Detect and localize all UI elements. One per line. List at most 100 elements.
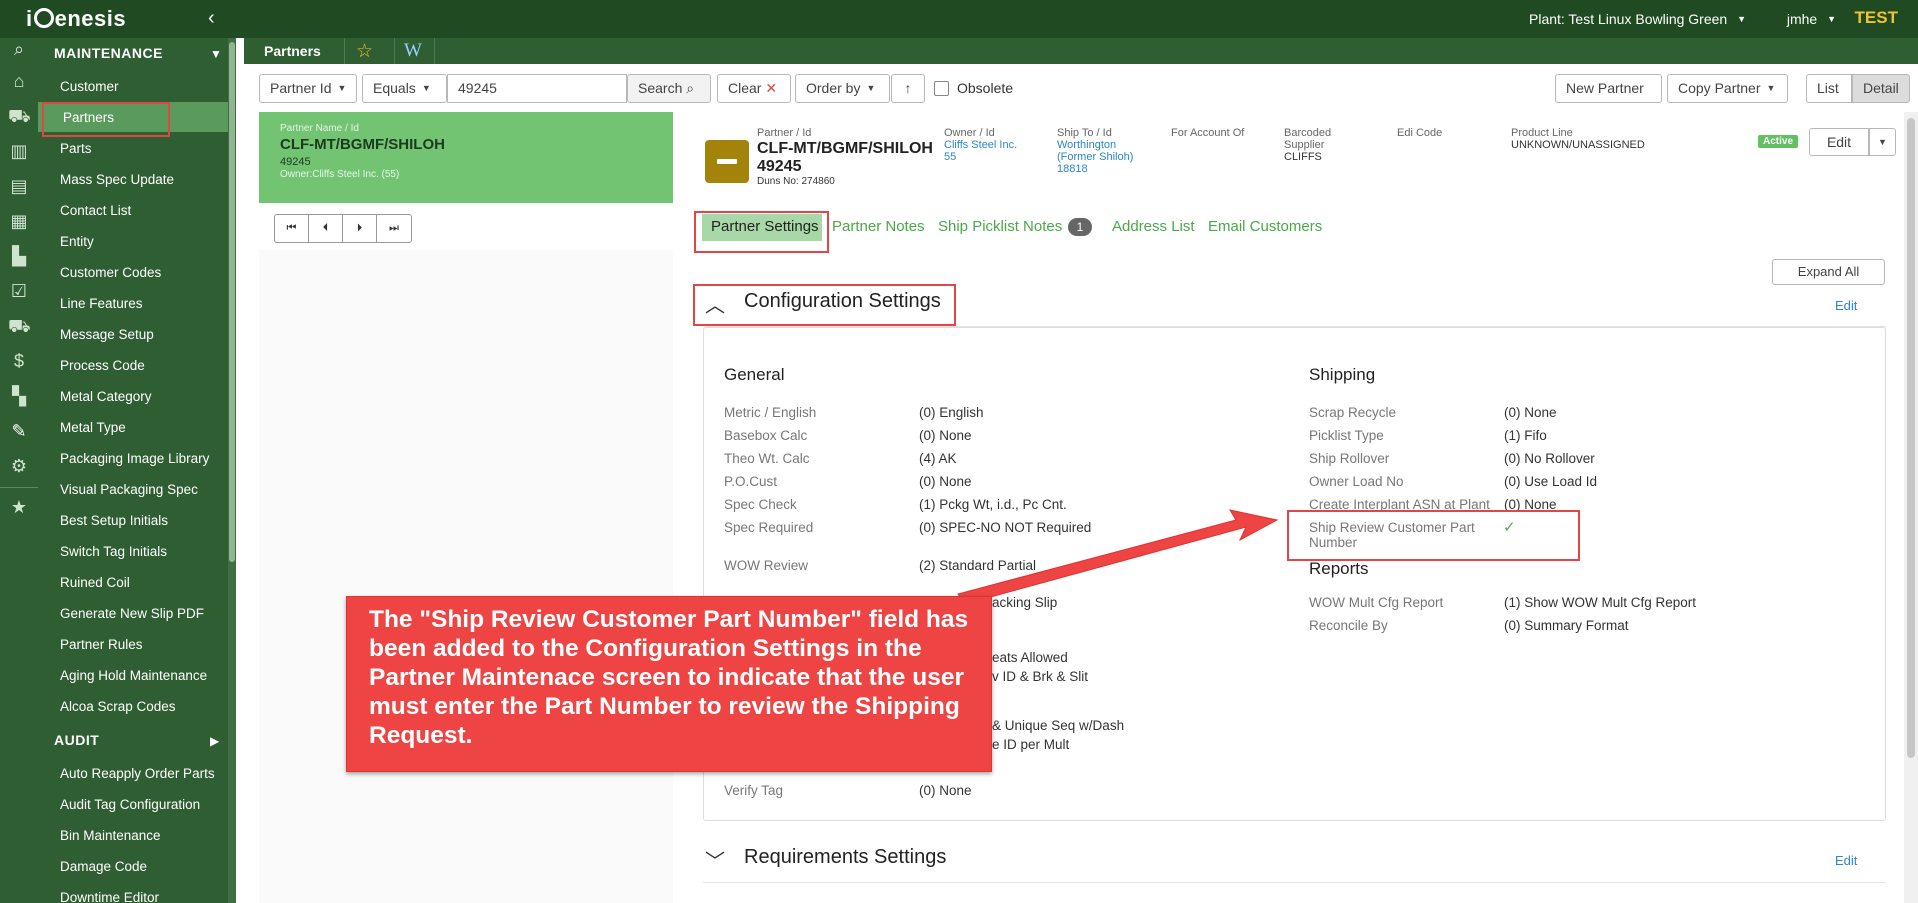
search-button[interactable]: Search ⌕ [627,74,711,103]
main-scrollbar-thumb[interactable] [1907,118,1915,758]
sidebar-item-alcoa-scrap-codes[interactable]: Alcoa Scrap Codes [60,699,176,714]
truck-icon[interactable]: ⛟ [8,105,31,127]
clipboard-icon[interactable]: ☑ [8,280,30,302]
sidebar-scrollbar-thumb[interactable] [229,42,235,562]
previous-record-icon[interactable]: ⏴ [309,215,343,242]
tab-address-list[interactable]: Address List [1112,218,1195,235]
sidebar-item-downtime-editor[interactable]: Downtime Editor [60,890,159,903]
sidebar-item-parts[interactable]: Parts [60,141,92,156]
sidebar-item-line-features[interactable]: Line Features [60,296,143,311]
owner-link[interactable]: Cliffs Steel Inc. [944,139,1017,151]
order-by-select[interactable]: Order by ▼ [795,74,890,103]
partner-list-item[interactable]: Partner Name / Id CLF-MT/BGMF/SHILOH 492… [259,112,673,203]
sidebar-item-switch-tag-initials[interactable]: Switch Tag Initials [60,544,167,559]
favorite-star-icon[interactable]: ☆ [356,40,373,63]
obsolete-checkbox[interactable] [934,81,949,96]
sidebar-item-customer-codes[interactable]: Customer Codes [60,265,161,280]
expand-all-button[interactable]: Expand All [1772,259,1885,285]
ship-to-id-link[interactable]: 18818 [1057,163,1088,175]
sidebar-item-bin-maintenance[interactable]: Bin Maintenance [60,828,161,843]
field-value: (1) Fifo [1504,428,1547,443]
tab-ship-picklist-notes[interactable]: Ship Picklist Notes [938,218,1062,235]
copy-partner-button[interactable]: Copy Partner ▼ [1667,74,1788,103]
new-partner-button[interactable]: New Partner [1555,74,1662,103]
factory-icon[interactable]: ▙ [8,245,30,267]
sidebar-item-generate-new-slip-pdf[interactable]: Generate New Slip PDF [60,606,204,621]
tab-partner-notes[interactable]: Partner Notes [832,218,925,235]
chevron-right-icon[interactable]: ▶ [210,734,219,748]
report-icon[interactable]: ▚ [8,385,30,407]
field-label: Ship Rollover [1309,451,1390,466]
sidebar-item-ruined-coil[interactable]: Ruined Coil [60,575,130,590]
main-scrollbar[interactable] [1904,112,1918,903]
document-icon[interactable]: ▤ [8,175,30,197]
home-icon[interactable]: ⌂ [8,70,30,92]
section-audit[interactable]: AUDIT [54,732,99,748]
sidebar-item-metal-type[interactable]: Metal Type [60,420,126,435]
field-value: & Unique Seq w/Dash [992,718,1125,733]
list-view-button[interactable]: List [1806,74,1852,103]
user-menu[interactable]: jmhe ▼ [1787,11,1836,27]
field-value: (0) No Rollover [1504,451,1595,466]
delivery-icon[interactable]: ⛟ [8,315,31,337]
clear-button[interactable]: Clear ✕ [717,74,791,103]
sidebar-item-process-code[interactable]: Process Code [60,358,145,373]
wrench-icon[interactable]: ✎ [8,420,30,442]
rail-divider [0,487,38,488]
sidebar-item-mass-spec-update[interactable]: Mass Spec Update [60,172,174,187]
star-icon[interactable]: ★ [8,496,30,518]
chevron-down-icon[interactable]: ﹀ [705,845,725,874]
record-pager: ⏮ ⏴ ⏵ ⏭ [274,214,412,243]
field-label: P.O.Cust [724,474,778,489]
sidebar-item-audit-tag-configuration[interactable]: Audit Tag Configuration [60,797,200,812]
app-logo[interactable]: i enesis [26,6,126,32]
collapse-sidebar-icon[interactable]: ‹ [208,7,215,30]
plant-selector[interactable]: Plant: Test Linux Bowling Green ▼ [1529,11,1746,27]
edit-partner-button[interactable]: Edit [1809,128,1869,156]
section-maintenance[interactable]: MAINTENANCE [54,45,163,61]
warehouse-icon[interactable]: ▥ [8,140,30,162]
duns-number: Duns No: 274860 [757,176,835,187]
invoice-icon[interactable]: $ [8,350,30,372]
reports-group-title: Reports [1309,559,1369,578]
gears-icon[interactable]: ⚙ [8,455,30,477]
detail-view-button[interactable]: Detail [1852,74,1910,103]
next-record-icon[interactable]: ⏵ [343,215,377,242]
requirements-settings-title[interactable]: Requirements Settings [744,846,946,869]
sidebar-scrollbar[interactable] [228,38,236,903]
sidebar-item-message-setup[interactable]: Message Setup [60,327,154,342]
last-record-icon[interactable]: ⏭ [377,215,411,242]
chevron-down-icon[interactable]: ▼ [210,47,222,61]
edit-options-dropdown[interactable]: ▼ [1869,128,1896,156]
sidebar-item-metal-category[interactable]: Metal Category [60,389,152,404]
first-record-icon[interactable]: ⏮ [275,215,309,242]
sort-direction-button[interactable]: ↑ [891,74,925,103]
sidebar-item-contact-list[interactable]: Contact List [60,203,131,218]
ship-to-link-2[interactable]: (Former Shiloh) [1057,151,1133,163]
operator-select[interactable]: Equals ▼ [362,74,447,103]
sidebar-item-aging-hold-maintenance[interactable]: Aging Hold Maintenance [60,668,207,683]
ship-to-label: Ship To / Id [1057,127,1112,139]
field-value: (2) Standard Partial [919,558,1037,573]
page-subheader: Partners ☆ W [244,38,1918,64]
sidebar-item-visual-packaging-spec[interactable]: Visual Packaging Spec [60,482,198,497]
sidebar-item-auto-reapply-order-parts[interactable]: Auto Reapply Order Parts [60,766,215,781]
calendar-icon[interactable]: ▦ [8,210,30,232]
tab-email-customers[interactable]: Email Customers [1208,218,1322,235]
owner-id-link[interactable]: 55 [944,151,956,163]
edit-configuration-link[interactable]: Edit [1835,298,1857,313]
sidebar-item-damage-code[interactable]: Damage Code [60,859,147,874]
edit-requirements-link[interactable]: Edit [1835,853,1857,868]
wiki-icon[interactable]: W [404,40,422,62]
search-input[interactable]: 49245 [447,74,627,103]
ship-to-link[interactable]: Worthington [1057,139,1116,151]
sidebar-item-partner-rules[interactable]: Partner Rules [60,637,143,652]
sidebar-item-best-setup-initials[interactable]: Best Setup Initials [60,513,168,528]
sidebar-item-customer[interactable]: Customer [60,79,119,94]
field-select[interactable]: Partner Id ▼ [259,74,357,103]
results-list-area [259,250,673,903]
sidebar-item-packaging-image-library[interactable]: Packaging Image Library [60,451,209,466]
field-label: WOW Mult Cfg Report [1309,595,1444,610]
sidebar-item-entity[interactable]: Entity [60,234,94,249]
search-icon[interactable]: ⌕ [8,38,30,60]
